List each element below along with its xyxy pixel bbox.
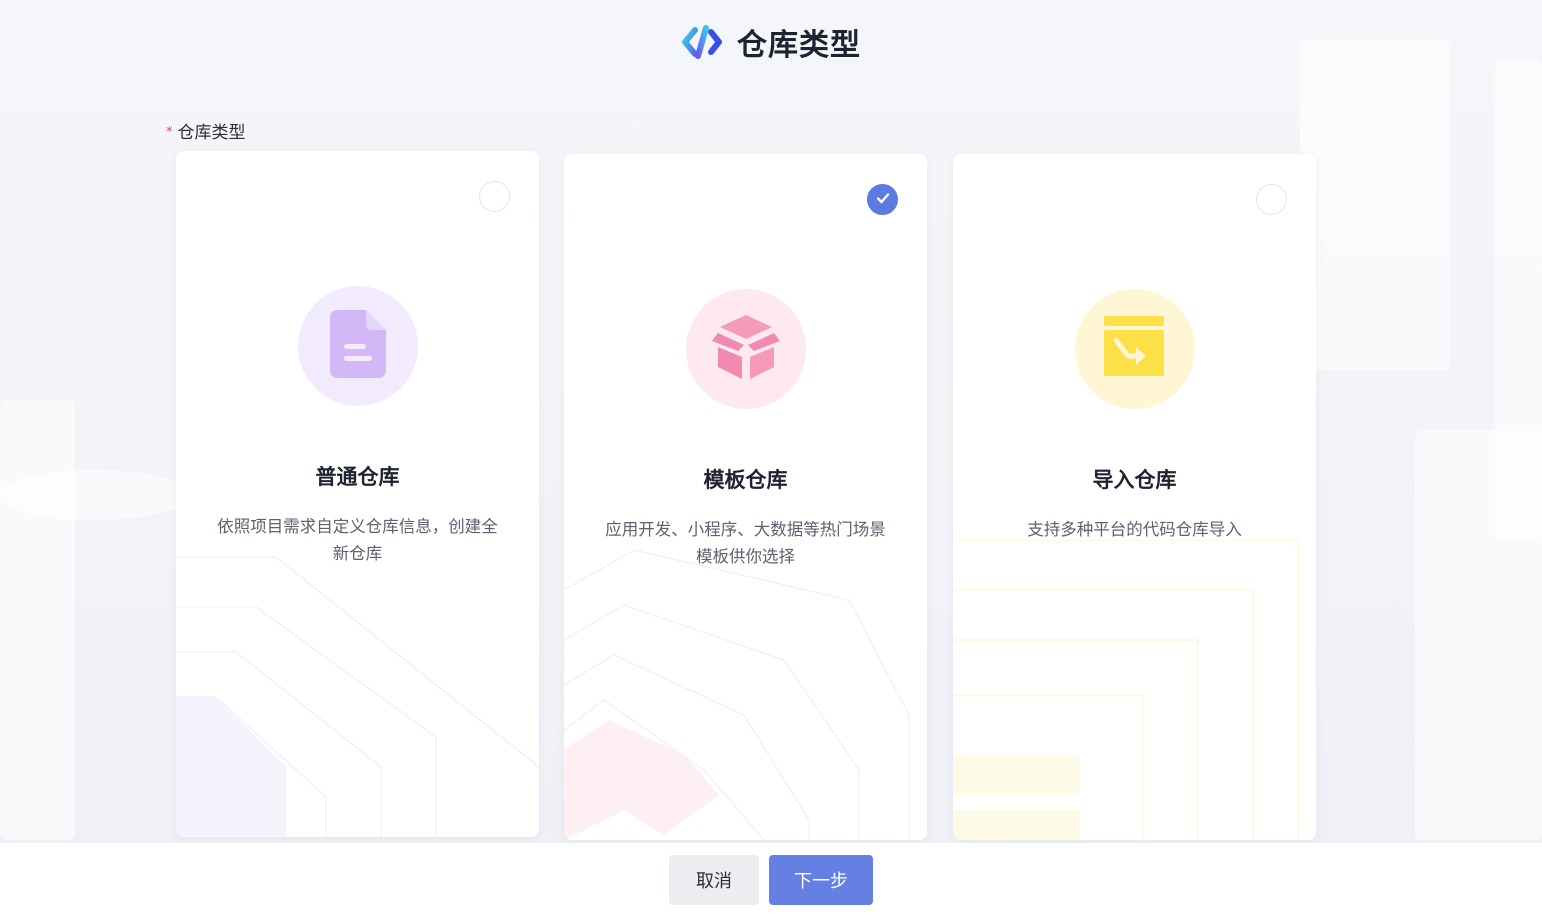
header: 仓库类型 [0,0,1542,84]
card-background-pattern [564,549,910,840]
card-background-pattern [953,540,1299,840]
page: 仓库类型 * 仓库类型 普通仓库 依照项目需求自定义仓库信息，创建全新仓库 模板… [0,0,1542,917]
radio-unchecked[interactable] [1256,184,1287,215]
card-description: 依照项目需求自定义仓库信息，创建全新仓库 [217,517,498,563]
box-icon [710,315,782,383]
card-background-pattern [176,556,539,837]
code-logo-icon [681,24,723,60]
page-title: 仓库类型 [737,28,861,63]
background-decoration [1415,430,1542,840]
field-label-text: 仓库类型 [177,123,246,143]
card-description: 应用开发、小程序、大数据等热门场景模板供你选择 [605,520,886,566]
repo-type-card-normal[interactable]: 普通仓库 依照项目需求自定义仓库信息，创建全新仓库 [176,151,539,837]
icon-circle [298,286,418,406]
next-button[interactable]: 下一步 [769,855,873,905]
repo-type-card-import[interactable]: 导入仓库 支持多种平台的代码仓库导入 [953,154,1316,840]
required-mark: * [166,125,173,140]
field-label: * 仓库类型 [166,118,246,143]
icon-circle [1075,289,1195,409]
import-box-icon [1104,316,1166,382]
cancel-button[interactable]: 取消 [669,855,759,905]
card-description: 支持多种平台的代码仓库导入 [1027,520,1242,539]
background-decoration [0,400,75,840]
icon-circle [686,289,806,409]
radio-checked[interactable] [867,184,898,215]
footer: 取消 下一步 [0,843,1542,917]
background-decoration [1300,40,1450,370]
card-title: 普通仓库 [315,465,400,489]
check-icon [875,190,891,210]
radio-unchecked[interactable] [479,181,510,212]
repo-type-card-template[interactable]: 模板仓库 应用开发、小程序、大数据等热门场景模板供你选择 [564,154,927,840]
card-title: 导入仓库 [1092,468,1177,492]
document-icon [330,310,386,382]
card-title: 模板仓库 [703,468,788,492]
